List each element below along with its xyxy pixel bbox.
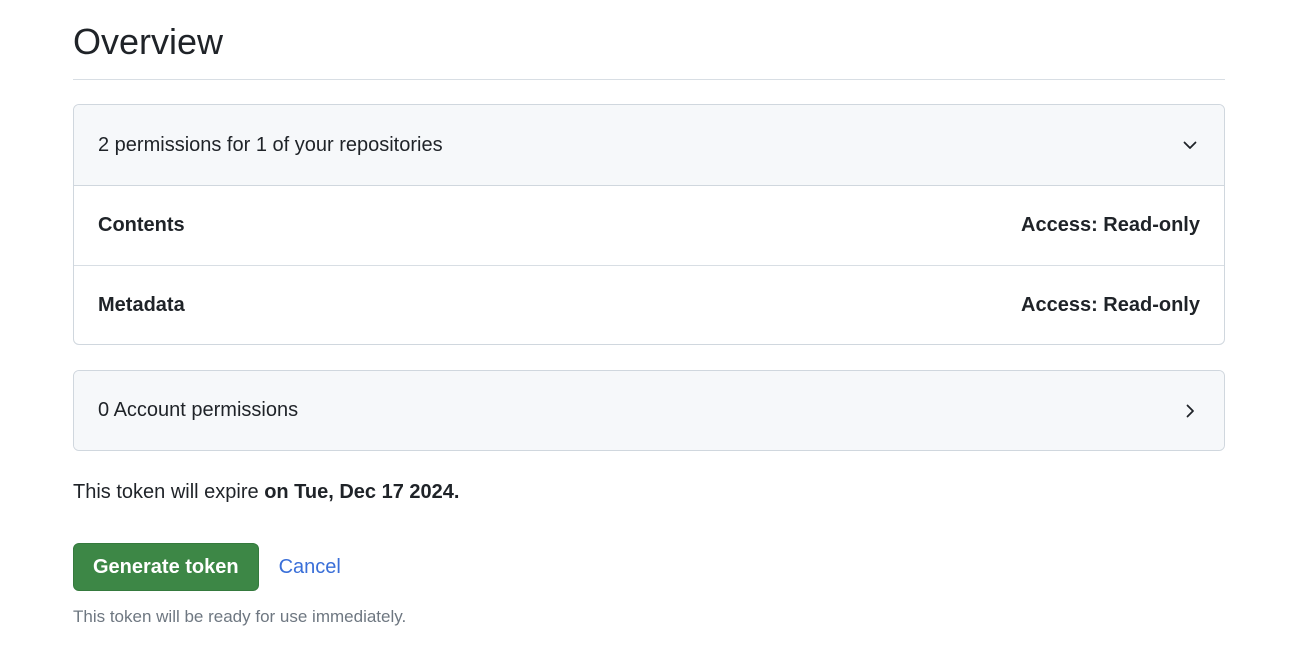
account-permissions-toggle[interactable]: 0 Account permissions bbox=[74, 371, 1224, 450]
expiration-prefix: This token will expire bbox=[73, 481, 259, 503]
ready-hint: This token will be ready for use immedia… bbox=[73, 607, 407, 626]
repository-permissions-summary: 2 permissions for 1 of your repositories bbox=[98, 133, 443, 156]
permission-row-contents: Contents Access: Read-only bbox=[74, 186, 1224, 265]
page-title: Overview bbox=[73, 21, 224, 62]
chevron-down-icon[interactable] bbox=[1180, 135, 1200, 155]
account-permissions-summary: 0 Account permissions bbox=[98, 399, 299, 421]
permission-name: Contents bbox=[98, 214, 185, 236]
permission-row-metadata: Metadata Access: Read-only bbox=[74, 265, 1224, 344]
permission-access: Access: Read-only bbox=[1021, 293, 1200, 316]
permission-name: Metadata bbox=[98, 293, 185, 316]
chevron-right-icon[interactable] bbox=[1180, 401, 1200, 421]
form-actions: Generate token Cancel bbox=[73, 543, 341, 591]
title-divider bbox=[73, 79, 1225, 80]
generate-token-button[interactable]: Generate token bbox=[73, 543, 259, 591]
cancel-link[interactable]: Cancel bbox=[279, 556, 341, 579]
permission-access: Access: Read-only bbox=[1021, 214, 1200, 236]
repository-permissions-toggle[interactable]: 2 permissions for 1 of your repositories bbox=[74, 105, 1224, 186]
account-permissions-panel: 0 Account permissions bbox=[73, 370, 1225, 451]
expiration-date: on Tue, Dec 17 2024. bbox=[264, 481, 460, 503]
repository-permissions-panel: 2 permissions for 1 of your repositories… bbox=[73, 104, 1225, 345]
expiration-notice: This token will expire on Tue, Dec 17 20… bbox=[73, 478, 459, 506]
